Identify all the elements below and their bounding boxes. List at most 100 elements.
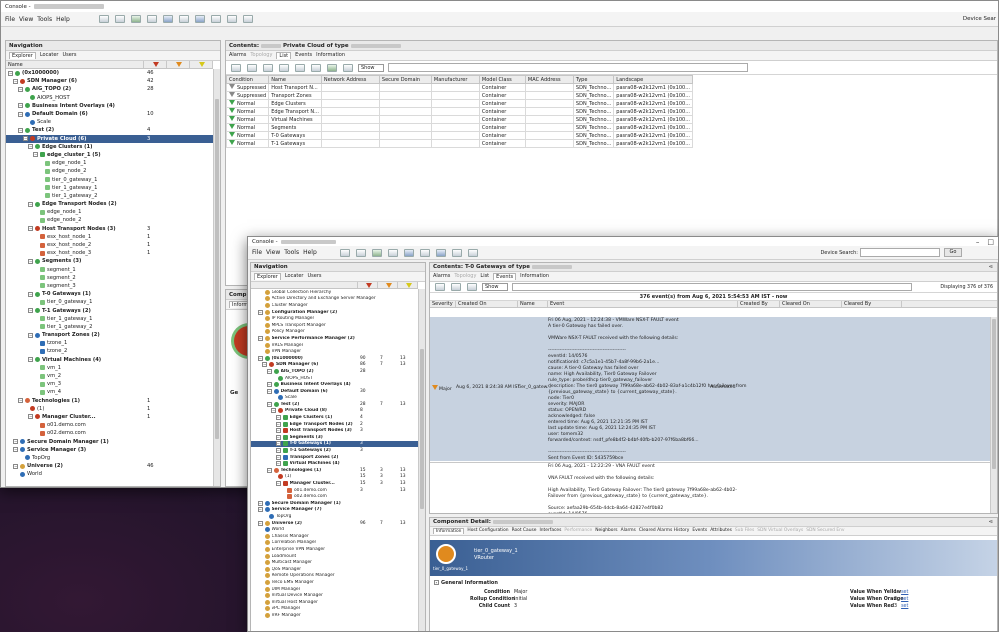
tree-item[interactable]: − Service Performance Manager (2)	[251, 335, 418, 342]
tree-item[interactable]: − T-1 Gateways (2)	[6, 306, 213, 314]
device-search-input[interactable]	[860, 248, 940, 257]
column-header[interactable]: Manufacturer	[430, 75, 480, 84]
share-icon[interactable]: ⋖	[988, 264, 993, 270]
expand-toggle-icon[interactable]: −	[275, 461, 281, 467]
settings-icon[interactable]	[343, 63, 353, 72]
expand-toggle-icon[interactable]: −	[28, 414, 33, 420]
tree-item[interactable]: − Manager Cluster... 15 3 13	[251, 480, 418, 487]
tree-item[interactable]: tier_1_gateway_2	[6, 323, 213, 331]
expand-toggle-icon[interactable]: −	[23, 136, 28, 142]
tree-item[interactable]: VPN Manager	[251, 348, 418, 355]
tree-item[interactable]: Active Directory and Exchange Server Man…	[251, 296, 418, 303]
table-row[interactable]: Normal Segments Container SDN_Techno... pasr…	[226, 123, 693, 132]
tree-item[interactable]: Multicast Manager	[251, 559, 418, 566]
tab-information[interactable]: Information	[520, 273, 549, 280]
events-scrollbar[interactable]	[990, 317, 997, 513]
tree-item[interactable]: MPLS Transport Manager	[251, 322, 418, 329]
tree-scrollbar[interactable]	[418, 289, 425, 631]
filter-input[interactable]	[387, 63, 748, 72]
table-row[interactable]: Normal Edge Transport N... Container SDN_Te…	[226, 107, 693, 116]
tab-topology[interactable]: Topology	[250, 52, 272, 59]
tree-item[interactable]: Remote Operations Manager	[251, 573, 418, 580]
column-header[interactable]: Model Class	[478, 75, 526, 84]
detail-tab[interactable]: Events	[692, 528, 707, 534]
forward-icon[interactable]	[355, 248, 366, 257]
tree-item[interactable]: o01.demo.com 3 13	[251, 487, 418, 494]
expand-toggle-icon[interactable]: −	[28, 226, 33, 232]
tree-item[interactable]: − (0x1000000) 46	[6, 69, 213, 77]
expand-toggle-icon[interactable]: −	[28, 201, 33, 207]
detail-tab[interactable]: Cleared Alarms History	[639, 528, 690, 534]
tab-information[interactable]: Information	[316, 52, 345, 59]
tree-item[interactable]: Telco EMS Manager	[251, 579, 418, 586]
tree-item[interactable]: QoS Manager	[251, 566, 418, 573]
expand-toggle-icon[interactable]: −	[28, 291, 33, 297]
tree-item[interactable]: (1) 15 3 13	[251, 474, 418, 481]
back-icon[interactable]	[339, 248, 350, 257]
table-row[interactable]: Normal T-0 Gateways Container SDN_Techno...…	[226, 131, 693, 140]
tree-item[interactable]: − Test (2) 28 7 13	[251, 401, 418, 408]
col-red-severity[interactable]	[144, 61, 167, 68]
tree-item[interactable]: edge_node_2	[6, 167, 213, 175]
table-row[interactable]: Normal Virtual Machines Container SDN_Techn…	[226, 115, 693, 124]
tree-item[interactable]: − Secure Domain Manager (1)	[251, 500, 418, 507]
tree-item[interactable]: − Private Cloud (8) 8	[251, 408, 418, 415]
tree-item[interactable]: (1) 1	[6, 405, 213, 413]
tree-item[interactable]: − Edge Transport Nodes (2) 2	[251, 421, 418, 428]
tree-item[interactable]: − Configuration Manager (2)	[251, 309, 418, 316]
column-header[interactable]: Severity	[430, 301, 456, 307]
tree-item[interactable]: Scale	[6, 118, 213, 126]
col-orange-severity[interactable]	[167, 61, 190, 68]
tree-item[interactable]: tier_1_gateway_1	[6, 315, 213, 323]
share-icon[interactable]: ⋖	[988, 519, 993, 525]
tree-item[interactable]: − Technologies (1) 1	[6, 397, 213, 405]
menu-help[interactable]: Help	[303, 249, 317, 256]
expand-toggle-icon[interactable]: −	[271, 408, 276, 414]
tab-users[interactable]: Users	[308, 273, 322, 280]
map-icon[interactable]	[226, 15, 237, 23]
expand-toggle-icon[interactable]: −	[275, 454, 281, 460]
tree-item[interactable]: − Virtual Machines (4)	[6, 356, 213, 364]
tree-item[interactable]: − Transport Zones (2)	[6, 331, 213, 339]
expand-toggle-icon[interactable]: −	[266, 388, 272, 394]
expand-toggle-icon[interactable]: −	[13, 463, 18, 469]
expand-toggle-icon[interactable]: −	[13, 78, 18, 84]
tree-item[interactable]: AIOPS_HOST	[251, 375, 418, 382]
tree-item[interactable]: TopOrg	[6, 454, 213, 462]
tree-item[interactable]: − Virtual Machines (4)	[251, 460, 418, 467]
column-header[interactable]: Secure Domain	[378, 75, 432, 84]
set-link[interactable]: set	[901, 604, 908, 611]
tree-item[interactable]: − Host Transport Nodes (3) 3	[6, 225, 213, 233]
column-header[interactable]: Network Address	[320, 75, 380, 84]
tree-item[interactable]: Correlation Manager	[251, 540, 418, 547]
notebook-icon[interactable]	[210, 15, 221, 23]
filter-input[interactable]	[511, 283, 912, 291]
tab-explorer[interactable]: Explorer	[9, 52, 36, 59]
tab-locater[interactable]: Locater	[40, 52, 59, 59]
column-header[interactable]: Name	[518, 301, 548, 307]
tree-item[interactable]: Cluster Manager	[251, 302, 418, 309]
tree-item[interactable]: VRLS Manager	[251, 342, 418, 349]
tree-item[interactable]: Virtual Host Manager	[251, 599, 418, 606]
expand-toggle-icon[interactable]: −	[28, 144, 33, 150]
tree-item[interactable]: − Transport Zones (2)	[251, 454, 418, 461]
expand-toggle-icon[interactable]: −	[28, 357, 33, 363]
menu-tools[interactable]: Tools	[37, 16, 52, 23]
tree-item[interactable]: − AIG_TOPO (2) 28	[6, 85, 213, 93]
detail-tab[interactable]: Neighbors	[595, 528, 617, 534]
tree-item[interactable]: − T-0 Gateways (1) 3	[251, 440, 418, 448]
expand-toggle-icon[interactable]: −	[28, 308, 33, 314]
tab-alarms[interactable]: Alarms	[433, 273, 450, 280]
tree-item[interactable]: − Manager Cluster... 1	[6, 413, 213, 421]
expand-toggle-icon[interactable]: −	[257, 335, 263, 341]
column-header[interactable]: Landscape	[613, 75, 693, 84]
minimize-icon[interactable]: –	[976, 238, 980, 246]
expand-toggle-icon[interactable]: −	[275, 428, 281, 434]
show-select[interactable]: Show	[482, 283, 508, 291]
menu-help[interactable]: Help	[56, 16, 70, 23]
export-icon[interactable]	[279, 63, 289, 72]
tree-item[interactable]: IP Routing Manager	[251, 315, 418, 322]
tree-item[interactable]: − Secure Domain Manager (1)	[6, 437, 213, 445]
col-yellow-severity[interactable]	[190, 61, 213, 68]
refresh-icon[interactable]	[371, 248, 382, 257]
